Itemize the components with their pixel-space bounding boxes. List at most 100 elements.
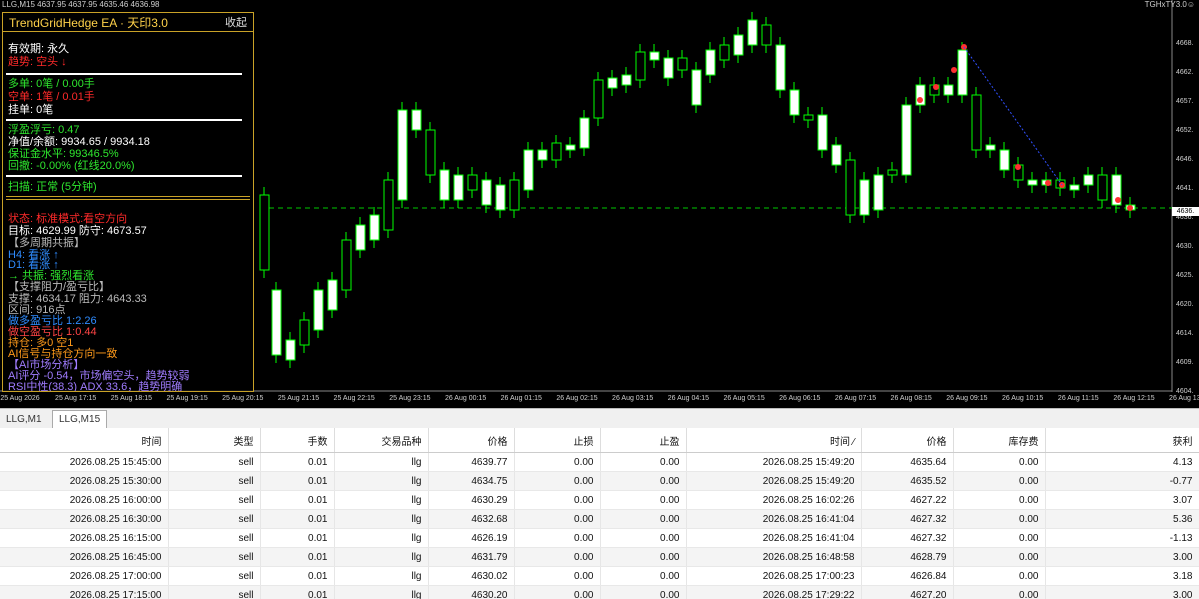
long-orders-text: 多单: 0笔 / 0.00手 xyxy=(8,78,95,90)
price-axis: 4668. 4662. 4657. 4652. 4646. 4641. 4636. 4630.… xyxy=(1173,0,1199,395)
time-tick-label: 25 Aug 18:15 xyxy=(110,395,153,402)
table-cell: 2026.08.25 16:41:04 xyxy=(686,528,862,548)
divider xyxy=(6,73,242,75)
price-chart[interactable]: LLG,M15 4637.95 4637.95 4635.46 4636.98 … xyxy=(0,0,1199,408)
candle-body xyxy=(1097,174,1108,201)
candle-body xyxy=(761,24,772,46)
table-cell: 4626.84 xyxy=(861,566,954,586)
table-cell: 0.00 xyxy=(514,585,601,599)
time-tick-label: 26 Aug 09:15 xyxy=(946,395,988,402)
table-row[interactable]: 2026.08.25 15:30:00 sell 0.01 llg 4634.75 0.0… xyxy=(0,471,1199,491)
candle-body xyxy=(1083,174,1094,186)
column-header[interactable]: 止损 xyxy=(514,428,601,453)
table-cell: 2026.08.25 16:02:26 xyxy=(686,490,862,510)
candle-body xyxy=(845,159,856,216)
table-cell: 2026.08.25 17:15:00 xyxy=(0,585,169,599)
candle-body xyxy=(341,239,352,291)
candle-body xyxy=(439,169,450,201)
trade-marker xyxy=(933,84,939,90)
time-tick-label: 26 Aug 12:15 xyxy=(1113,395,1155,402)
column-header[interactable]: 价格 xyxy=(428,428,515,453)
candle-body xyxy=(733,34,744,56)
table-row[interactable]: 2026.08.25 17:00:00 sell 0.01 llg 4630.02 0.0… xyxy=(0,566,1199,586)
candle-body xyxy=(565,144,576,151)
column-header[interactable]: 止盈 xyxy=(600,428,687,453)
collapse-button[interactable]: 收起 xyxy=(225,14,247,30)
column-header[interactable]: 手数 xyxy=(260,428,335,453)
time-tick-label: 26 Aug 02:15 xyxy=(556,395,598,402)
table-row[interactable]: 2026.08.25 16:45:00 sell 0.01 llg 4631.79 0.0… xyxy=(0,547,1199,567)
candle-body xyxy=(719,44,730,61)
table-row[interactable]: 2026.08.25 16:00:00 sell 0.01 llg 4630.29 0.0… xyxy=(0,490,1199,510)
column-header[interactable]: 时间 ⁄ xyxy=(686,428,862,453)
candle-body xyxy=(663,57,674,79)
trade-marker xyxy=(917,97,923,103)
table-row[interactable]: 2026.08.25 16:15:00 sell 0.01 llg 4626.19 0.0… xyxy=(0,528,1199,548)
time-tick-label: 26 Aug 01:15 xyxy=(500,395,542,402)
candle-body xyxy=(327,279,338,311)
candle-body xyxy=(467,174,478,191)
table-cell: llg xyxy=(334,566,429,586)
pending-orders-text: 挂单: 0笔 xyxy=(8,104,54,116)
time-tick-label: 26 Aug 11:15 xyxy=(1057,395,1099,402)
table-cell: 0.01 xyxy=(260,509,335,529)
table-cell: 0.00 xyxy=(514,547,601,567)
table-cell: 2026.08.25 17:29:22 xyxy=(686,585,862,599)
table-cell: 0.00 xyxy=(514,528,601,548)
candle-body xyxy=(495,184,506,211)
table-cell: 0.00 xyxy=(514,452,601,472)
column-header[interactable]: 时间 xyxy=(0,428,169,453)
candle-body xyxy=(299,319,310,346)
table-row[interactable]: 2026.08.25 16:30:00 sell 0.01 llg 4632.68 0.0… xyxy=(0,509,1199,529)
price-tick-label: 4625. xyxy=(1176,272,1194,279)
table-cell: 2026.08.25 16:41:04 xyxy=(686,509,862,529)
column-header[interactable]: 获利 xyxy=(1045,428,1199,453)
tab-llg-m15[interactable]: LLG,M15 xyxy=(52,410,108,428)
table-cell: 2026.08.25 16:45:00 xyxy=(0,547,169,567)
time-axis: 25 Aug 2026 25 Aug 17:15 25 Aug 18:15 25 Au… xyxy=(0,392,1199,406)
time-tick-label: 25 Aug 2026 xyxy=(0,395,40,402)
table-cell: sell xyxy=(168,547,261,567)
column-header[interactable]: 类型 xyxy=(168,428,261,453)
table-cell: 0.01 xyxy=(260,585,335,599)
tab-llg-m1[interactable]: LLG,M1 xyxy=(0,411,48,428)
table-cell: sell xyxy=(168,509,261,529)
table-cell: 4628.79 xyxy=(861,547,954,567)
table-cell: llg xyxy=(334,585,429,599)
table-cell: 2026.08.25 16:48:58 xyxy=(686,547,862,567)
state-text: 状态: 标准模式:看空方向 xyxy=(8,213,128,225)
table-cell: -1.13 xyxy=(1045,528,1199,548)
time-tick-label: 26 Aug 06:15 xyxy=(779,395,821,402)
candle-body xyxy=(621,74,632,86)
candle-body xyxy=(313,289,324,331)
table-cell: 0.00 xyxy=(600,585,687,599)
candle-body xyxy=(453,174,464,201)
column-header[interactable]: 交易品种 xyxy=(334,428,429,453)
candle-body xyxy=(593,79,604,119)
table-cell: 0.00 xyxy=(600,490,687,510)
table-cell: 3.07 xyxy=(1045,490,1199,510)
table-row[interactable]: 2026.08.25 17:15:00 sell 0.01 llg 4630.20 0.0… xyxy=(0,585,1199,599)
table-cell: 4639.77 xyxy=(428,452,515,472)
table-cell: 2026.08.25 15:45:00 xyxy=(0,452,169,472)
column-header[interactable]: 价格 xyxy=(861,428,954,453)
table-cell: 2026.08.25 17:00:00 xyxy=(0,566,169,586)
drawdown-text: 回撤: -0.00% (红线20.0%) xyxy=(8,160,135,172)
candle-body xyxy=(691,69,702,106)
candle-body xyxy=(607,77,618,89)
column-header[interactable]: 库存费 xyxy=(953,428,1046,453)
short-orders-text: 空单: 1笔 / 0.01手 xyxy=(8,91,95,103)
candle-body xyxy=(579,117,590,149)
table-cell: 0.00 xyxy=(953,528,1046,548)
table-row[interactable]: 2026.08.25 15:45:00 sell 0.01 llg 4639.77 0.0… xyxy=(0,452,1199,472)
trade-marker xyxy=(1127,205,1133,211)
target-text: 目标: 4629.99 防守: 4673.57 xyxy=(8,225,147,237)
table-cell: 0.00 xyxy=(600,528,687,548)
table-cell: llg xyxy=(334,490,429,510)
candle-body xyxy=(901,104,912,176)
table-cell: llg xyxy=(334,471,429,491)
candle-body xyxy=(817,114,828,151)
table-cell: 4635.52 xyxy=(861,471,954,491)
candle-body xyxy=(259,194,270,271)
chart-tabs: LLG,M1 LLG,M15 xyxy=(0,408,1199,428)
